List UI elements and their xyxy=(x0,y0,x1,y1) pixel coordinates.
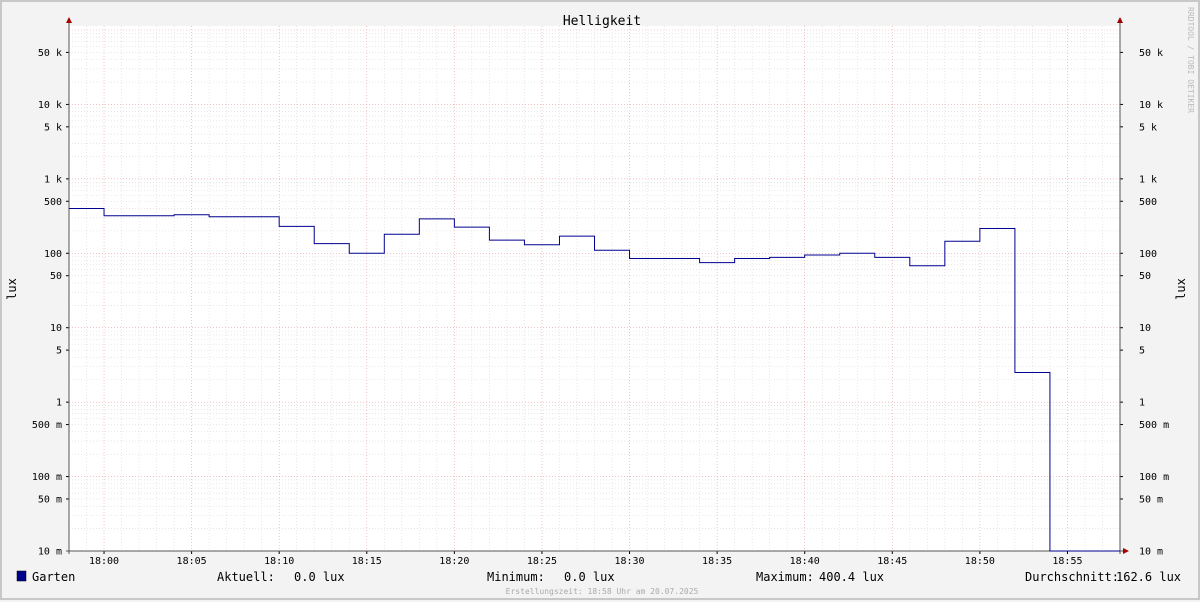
y-tick-label-left: 500 xyxy=(44,197,62,208)
y-tick-label-right: 1 k xyxy=(1139,174,1157,185)
y-tick-label-left: 100 m xyxy=(32,472,62,483)
y-tick-label-right: 10 k xyxy=(1139,100,1163,111)
chart-title: Helligkeit xyxy=(563,14,641,29)
y-tick-label-right: 100 xyxy=(1139,249,1157,260)
y-tick-label-left: 50 m xyxy=(38,494,62,505)
y-tick-label-right: 500 m xyxy=(1139,420,1169,431)
y-tick-label-left: 50 xyxy=(50,271,62,282)
x-tick-label: 18:55 xyxy=(1052,556,1082,567)
y-tick-label-left: 10 k xyxy=(38,100,62,111)
x-tick-label: 18:25 xyxy=(527,556,557,567)
y-tick-label-left: 5 k xyxy=(44,122,62,133)
legend-max-label: Maximum: xyxy=(756,570,814,584)
y-tick-label-right: 1 xyxy=(1139,398,1145,409)
watermark: RRDTOOL / TOBI OETIKER xyxy=(1186,7,1195,113)
x-tick-label: 18:05 xyxy=(177,556,207,567)
y-axis-arrow-right xyxy=(1117,17,1123,23)
y-tick-label-right: 5 k xyxy=(1139,122,1157,133)
y-tick-label-left: 5 xyxy=(56,346,62,357)
legend-max-value: 400.4 lux xyxy=(819,570,884,584)
y-tick-label-right: 50 xyxy=(1139,271,1151,282)
y-tick-label-right: 5 xyxy=(1139,346,1145,357)
y-tick-label-left: 50 k xyxy=(38,48,62,59)
legend-current-value: 0.0 lux xyxy=(294,570,345,584)
y-tick-label-left: 10 m xyxy=(38,547,62,558)
chart-window: 18:00 18:05 18:10 18:15 18:20 18:25 18:30 18:35… xyxy=(0,0,1200,600)
x-tick-label: 18:50 xyxy=(965,556,995,567)
x-tick-label: 18:00 xyxy=(89,556,119,567)
y-axis-label-left: lux xyxy=(5,278,19,300)
legend-min-value: 0.0 lux xyxy=(564,570,615,584)
y-tick-label-left: 1 xyxy=(56,398,62,409)
y-tick-label-right: 500 xyxy=(1139,197,1157,208)
legend-avg-value: 162.6 lux xyxy=(1116,570,1181,584)
legend-min-label: Minimum: xyxy=(487,570,545,584)
y-tick-label-right: 50 k xyxy=(1139,48,1163,59)
x-tick-label: 18:40 xyxy=(790,556,820,567)
x-tick-label: 18:30 xyxy=(614,556,644,567)
y-tick-label-right: 10 m xyxy=(1139,547,1163,558)
footer-timestamp: Erstellungszeit: 18:58 Uhr am 20.07.2025 xyxy=(506,587,699,596)
y-tick-label-right: 100 m xyxy=(1139,472,1169,483)
y-tick-label-left: 500 m xyxy=(32,420,62,431)
legend-swatch xyxy=(17,571,26,581)
x-tick-label: 18:15 xyxy=(352,556,382,567)
x-tick-label: 18:35 xyxy=(702,556,732,567)
x-tick-label: 18:10 xyxy=(264,556,294,567)
y-tick-label-right: 50 m xyxy=(1139,494,1163,505)
legend-current-label: Aktuell: xyxy=(217,570,275,584)
legend-series-name: Garten xyxy=(32,570,75,584)
chart-svg: 18:00 18:05 18:10 18:15 18:20 18:25 18:30 18:35… xyxy=(2,2,1200,602)
y-tick-label-left: 1 k xyxy=(44,174,62,185)
y-tick-label-left: 100 xyxy=(44,249,62,260)
grid-layer xyxy=(69,26,1120,551)
y-axis-arrow-left xyxy=(66,17,72,23)
y-tick-label-left: 10 xyxy=(50,323,62,334)
x-tick-label: 18:45 xyxy=(877,556,907,567)
y-axis-label-right: lux xyxy=(1174,278,1188,300)
x-axis-arrow xyxy=(1123,548,1129,554)
y-tick-label-right: 10 xyxy=(1139,323,1151,334)
legend-avg-label: Durchschnitt: xyxy=(1025,570,1119,584)
x-tick-label: 18:20 xyxy=(439,556,469,567)
